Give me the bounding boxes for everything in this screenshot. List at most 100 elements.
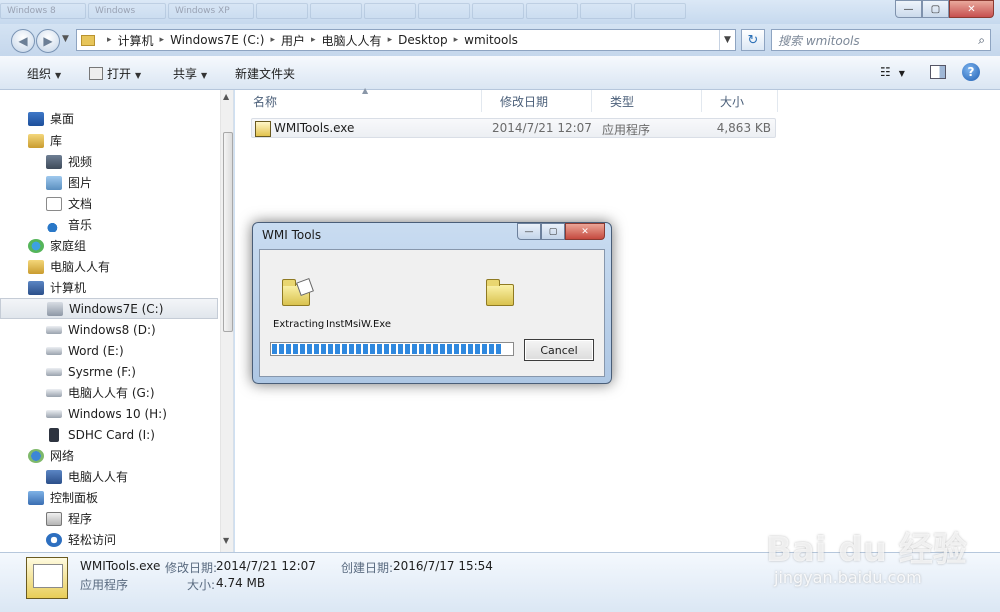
exe-file-icon [255, 121, 271, 137]
search-icon[interactable]: ⌕ [978, 33, 985, 48]
background-tab [310, 3, 362, 19]
navigation-pane: 桌面库视频 图片 文档 音乐 家庭组 电脑人人有 计算机 Windows7E (C:) Wind… [0, 90, 234, 552]
breadcrumb-wmitools[interactable]: wmitools [464, 33, 518, 47]
nav-item[interactable]: 文档 [0, 193, 218, 214]
nav-item-label: 控制面板 [50, 491, 99, 505]
breadcrumb-desktop[interactable]: Desktop [398, 33, 448, 47]
share-menu[interactable]: 共享 ▼ [173, 65, 207, 82]
nav-item-label: Word (E:) [68, 343, 124, 358]
column-header-size[interactable]: 大小 [702, 90, 778, 112]
nav-item-label: 计算机 [50, 281, 87, 295]
file-name: WMITools.exe [274, 121, 355, 135]
nav-item[interactable]: Windows8 (D:) [0, 319, 218, 340]
programs-icon [46, 511, 62, 526]
dialog-close-button[interactable]: ✕ [565, 223, 605, 240]
details-created-value: 2016/7/17 15:54 [393, 559, 493, 573]
nav-item[interactable]: 电脑人人有 [0, 256, 218, 277]
column-header-name[interactable]: 名称 ▲ [235, 86, 482, 112]
dialog-minimize-button[interactable]: — [517, 223, 541, 240]
scrollbar-thumb[interactable] [223, 132, 233, 332]
nav-item[interactable]: SDHC Card (I:) [0, 424, 218, 445]
nav-item-label: 电脑人人有 (G:) [68, 386, 155, 400]
cancel-button[interactable]: Cancel [524, 339, 594, 361]
background-tab: Windows XP [168, 3, 254, 19]
recent-pages-dropdown[interactable]: ▼ [62, 34, 69, 44]
refresh-button[interactable]: ↻ [741, 29, 765, 51]
user-folder-icon [28, 259, 44, 274]
organize-menu[interactable]: 组织 ▼ [27, 65, 61, 82]
folder-icon [81, 34, 95, 46]
nav-item[interactable]: 视频 [0, 151, 218, 172]
nav-item[interactable]: 音乐 [0, 214, 218, 235]
nav-item-label: 音乐 [68, 218, 93, 232]
nav-item-label: 视频 [68, 155, 93, 169]
file-modified: 2014/7/21 12:07 [492, 121, 592, 135]
file-row[interactable]: WMITools.exe 2014/7/21 12:07 应用程序 4,863 … [251, 118, 776, 138]
search-input[interactable]: 搜索 wmitools ⌕ [771, 29, 991, 51]
nav-item-label: 程序 [68, 512, 93, 526]
forward-button[interactable]: ▶ [36, 29, 60, 53]
nav-item-label: 网络 [50, 449, 75, 463]
nav-item[interactable]: 计算机 [0, 277, 218, 298]
progress-fill [272, 344, 503, 354]
back-button[interactable]: ◀ [11, 29, 35, 53]
details-created-label: 创建日期: [341, 561, 394, 575]
close-button[interactable]: ✕ [949, 0, 994, 18]
preview-pane-button[interactable] [930, 65, 946, 79]
nav-item[interactable]: 网络 [0, 445, 218, 466]
nav-item[interactable]: Windows7E (C:) [0, 298, 218, 319]
breadcrumb-computer[interactable]: 计算机 [118, 32, 154, 49]
breadcrumb-separator-icon[interactable]: ▸ [270, 35, 275, 45]
minimize-button[interactable]: — [895, 0, 922, 18]
nav-item-label: 图片 [68, 176, 93, 190]
chevron-down-icon: ▼ [898, 69, 905, 78]
details-size-value: 4.74 MB [216, 576, 266, 590]
nav-item-label: 电脑人人有 [50, 260, 111, 274]
nav-item[interactable]: 电脑人人有 (G:) [0, 382, 218, 403]
music-icon [46, 217, 62, 232]
new-folder-button[interactable]: 新建文件夹 [235, 65, 295, 82]
scroll-up-icon[interactable]: ▲ [223, 92, 229, 101]
nav-item-label: 家庭组 [50, 239, 87, 253]
view-options-button[interactable]: ☷ ▼ [880, 65, 905, 79]
address-dropdown-icon[interactable]: ▼ [719, 30, 735, 50]
column-type-label: 类型 [610, 94, 635, 109]
background-tab [634, 3, 686, 19]
help-button[interactable]: ? [962, 63, 980, 81]
column-header-type[interactable]: 类型 [592, 90, 702, 112]
breadcrumb-separator-icon[interactable]: ▸ [388, 35, 393, 45]
breadcrumb-drive[interactable]: Windows7E (C:) [170, 33, 264, 47]
nav-item[interactable]: 图片 [0, 172, 218, 193]
nav-item[interactable]: 程序 [0, 508, 218, 529]
nav-item[interactable]: 库 [0, 130, 218, 151]
nav-item[interactable]: Word (E:) [0, 340, 218, 361]
address-row: ◀ ▶ ▼ ▸ 计算机 ▸ Windows7E (C:) ▸ 用户 ▸ 电脑人人… [0, 24, 1000, 56]
homegroup-icon [28, 238, 44, 253]
breadcrumb-separator-icon[interactable]: ▸ [107, 35, 112, 45]
nav-item[interactable]: 轻松访问 [0, 529, 218, 550]
nav-item[interactable]: 桌面 [0, 108, 218, 129]
nav-item[interactable]: Windows 10 (H:) [0, 403, 218, 424]
column-name-label: 名称 [253, 94, 278, 109]
breadcrumb-user[interactable]: 电脑人人有 [322, 32, 382, 49]
nav-item[interactable]: 电脑人人有 [0, 466, 218, 487]
breadcrumb-separator-icon[interactable]: ▸ [160, 35, 165, 45]
address-bar[interactable]: ▸ 计算机 ▸ Windows7E (C:) ▸ 用户 ▸ 电脑人人有 ▸ De… [76, 29, 736, 51]
column-header-modified[interactable]: 修改日期 [482, 90, 592, 112]
open-menu[interactable]: 打开 ▼ [89, 65, 141, 82]
background-tab [256, 3, 308, 19]
breadcrumb-separator-icon[interactable]: ▸ [454, 35, 459, 45]
destination-folder-icon [486, 279, 514, 306]
network-icon [28, 448, 44, 463]
details-modified-value: 2014/7/21 12:07 [216, 559, 316, 573]
nav-item[interactable]: Sysrme (F:) [0, 361, 218, 382]
nav-item[interactable]: 家庭组 [0, 235, 218, 256]
maximize-button[interactable]: ▢ [922, 0, 949, 18]
breadcrumb-users[interactable]: 用户 [281, 32, 305, 49]
breadcrumb-separator-icon[interactable]: ▸ [311, 35, 316, 45]
nav-scrollbar[interactable]: ▲ ▼ [220, 90, 233, 552]
scroll-down-icon[interactable]: ▼ [223, 536, 229, 545]
chevron-down-icon: ▼ [201, 71, 208, 80]
nav-item[interactable]: 控制面板 [0, 487, 218, 508]
dialog-maximize-button[interactable]: ▢ [541, 223, 565, 240]
